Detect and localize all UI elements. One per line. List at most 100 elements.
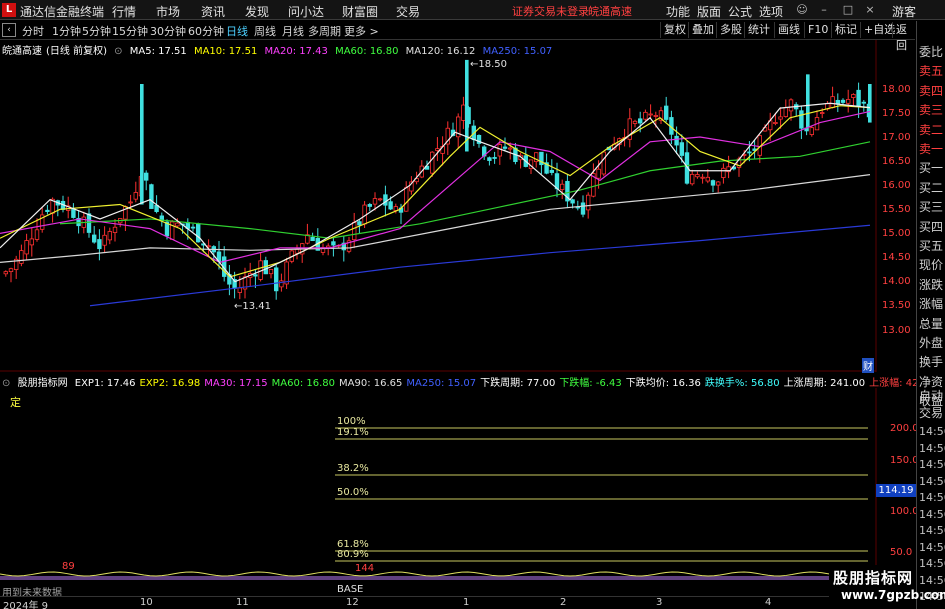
period-1min[interactable]: 1分钟 <box>52 23 81 39</box>
wave-label-89: 89 <box>62 561 75 572</box>
candle-body <box>783 107 788 117</box>
candlestick-chart[interactable] <box>0 40 915 372</box>
tool-mark[interactable]: 标记 <box>831 22 860 38</box>
candle-body <box>851 94 856 98</box>
watermark-url: www.7gpzb.com <box>841 588 945 602</box>
minimize-icon[interactable]: – <box>816 2 832 18</box>
side-item[interactable]: 买三 <box>919 198 943 215</box>
candle-body <box>34 229 40 240</box>
tool-multistock[interactable]: 多股 <box>716 22 745 38</box>
candle-body <box>92 234 97 243</box>
side-item[interactable]: 买一 <box>919 159 943 176</box>
candle-body <box>97 239 102 250</box>
tool-return[interactable]: 返回 <box>892 22 915 52</box>
candle-body <box>45 209 50 213</box>
menu-bar: L 通达信金融终端 行情 市场 资讯 发现 问小达 财富圈 交易 证券交易未登录… <box>0 0 945 20</box>
tool-overlay[interactable]: 叠加 <box>688 22 717 38</box>
price-tick: 15.50 <box>882 204 911 215</box>
candle-body <box>809 127 814 135</box>
watermark-title: 股朋指标网 <box>833 569 914 587</box>
period-more[interactable]: 更多 > <box>344 23 379 39</box>
candle-body <box>284 261 289 285</box>
period-30min[interactable]: 30分钟 <box>150 23 186 39</box>
side-tab[interactable]: 自动 <box>919 387 943 404</box>
period-multi[interactable]: 多周期 <box>308 23 341 39</box>
candle-body <box>403 187 409 212</box>
current-value-box: 114.19 <box>876 484 916 497</box>
period-15min[interactable]: 15分钟 <box>112 23 148 39</box>
side-item[interactable]: 卖三 <box>919 101 943 118</box>
candle-body <box>273 267 279 292</box>
tool-draw[interactable]: 画线 <box>774 22 803 38</box>
menu-ask[interactable]: 问小达 <box>288 3 324 20</box>
side-item[interactable]: 卖二 <box>919 121 943 138</box>
back-icon[interactable]: ‹ <box>2 23 16 37</box>
candle-body <box>3 271 8 275</box>
tool-f10[interactable]: F10 <box>804 22 831 38</box>
menu-options[interactable]: 选项 <box>759 3 783 20</box>
side-item[interactable]: 买五 <box>919 237 943 254</box>
close-icon[interactable]: × <box>862 2 878 18</box>
candle-body <box>237 287 242 293</box>
candle-body <box>648 113 653 116</box>
candle-body <box>549 169 554 173</box>
watermark: 股朋指标网 www.7gpzb.com <box>829 565 945 609</box>
stock-mode: (日线 前复权) <box>46 46 107 57</box>
side-item[interactable]: 卖一 <box>919 140 943 157</box>
maximize-icon[interactable]: □ <box>840 2 856 18</box>
login-notice[interactable]: 证券交易未登录 <box>512 3 589 19</box>
side-item[interactable]: 涨跌 <box>919 276 943 293</box>
candle-body <box>310 237 315 242</box>
settings-icon[interactable]: ⊙ <box>114 46 122 57</box>
menu-function[interactable]: 功能 <box>666 3 690 20</box>
guest-label[interactable]: 游客 <box>892 3 916 20</box>
menu-formula[interactable]: 公式 <box>728 3 752 20</box>
menu-discover[interactable]: 发现 <box>245 3 269 20</box>
candle-body <box>497 144 502 157</box>
side-item[interactable]: 买四 <box>919 218 943 235</box>
tool-adjust[interactable]: 复权 <box>660 22 689 38</box>
fib-label: 38.2% <box>337 463 369 474</box>
side-item[interactable]: 换手 <box>919 353 943 370</box>
candle-body <box>351 222 357 241</box>
candle-body <box>679 142 684 156</box>
period-60min[interactable]: 60分钟 <box>188 23 224 39</box>
price-tick: 18.00 <box>882 84 911 95</box>
ma60-label: MA60: 16.80 <box>335 46 399 57</box>
side-item[interactable]: 卖四 <box>919 82 943 99</box>
side-item[interactable]: 卖五 <box>919 62 943 79</box>
candle-body <box>632 120 638 124</box>
menu-trade[interactable]: 交易 <box>396 3 420 20</box>
tool-stats[interactable]: 统计 <box>744 22 773 38</box>
candle-body <box>674 135 679 146</box>
menu-market[interactable]: 市场 <box>156 3 180 20</box>
candle-body <box>773 122 778 124</box>
side-item[interactable]: 涨幅 <box>919 295 943 312</box>
candle-body <box>716 181 721 186</box>
candle-body <box>580 202 586 215</box>
period-weekly[interactable]: 周线 <box>254 23 276 39</box>
side-item[interactable]: 买二 <box>919 179 943 196</box>
user-icon[interactable]: ☺ <box>794 2 810 18</box>
trade-time: 14:56 <box>919 474 945 488</box>
menu-quotes[interactable]: 行情 <box>112 3 136 20</box>
side-item[interactable]: 总量 <box>919 315 943 332</box>
period-timeshare[interactable]: 分时 <box>22 23 44 39</box>
side-item[interactable]: 外盘 <box>919 334 943 351</box>
side-item[interactable]: 委比 <box>919 43 943 60</box>
candle-body <box>435 148 440 151</box>
period-monthly[interactable]: 月线 <box>282 23 304 39</box>
side-tab[interactable]: 交易 <box>919 404 943 421</box>
trade-time: 14:56 <box>919 557 945 570</box>
menu-wealth[interactable]: 财富圈 <box>342 3 378 20</box>
period-daily[interactable]: 日线 <box>226 23 248 39</box>
indicator-chart[interactable] <box>0 388 915 584</box>
finance-marker[interactable]: 财 <box>862 358 874 373</box>
menu-news[interactable]: 资讯 <box>201 3 225 20</box>
menu-layout[interactable]: 版面 <box>697 3 721 20</box>
candle-body <box>502 146 508 149</box>
ma20-line <box>0 110 871 263</box>
side-item[interactable]: 现价 <box>919 256 943 273</box>
period-5min[interactable]: 5分钟 <box>82 23 111 39</box>
candle-body <box>461 104 466 121</box>
